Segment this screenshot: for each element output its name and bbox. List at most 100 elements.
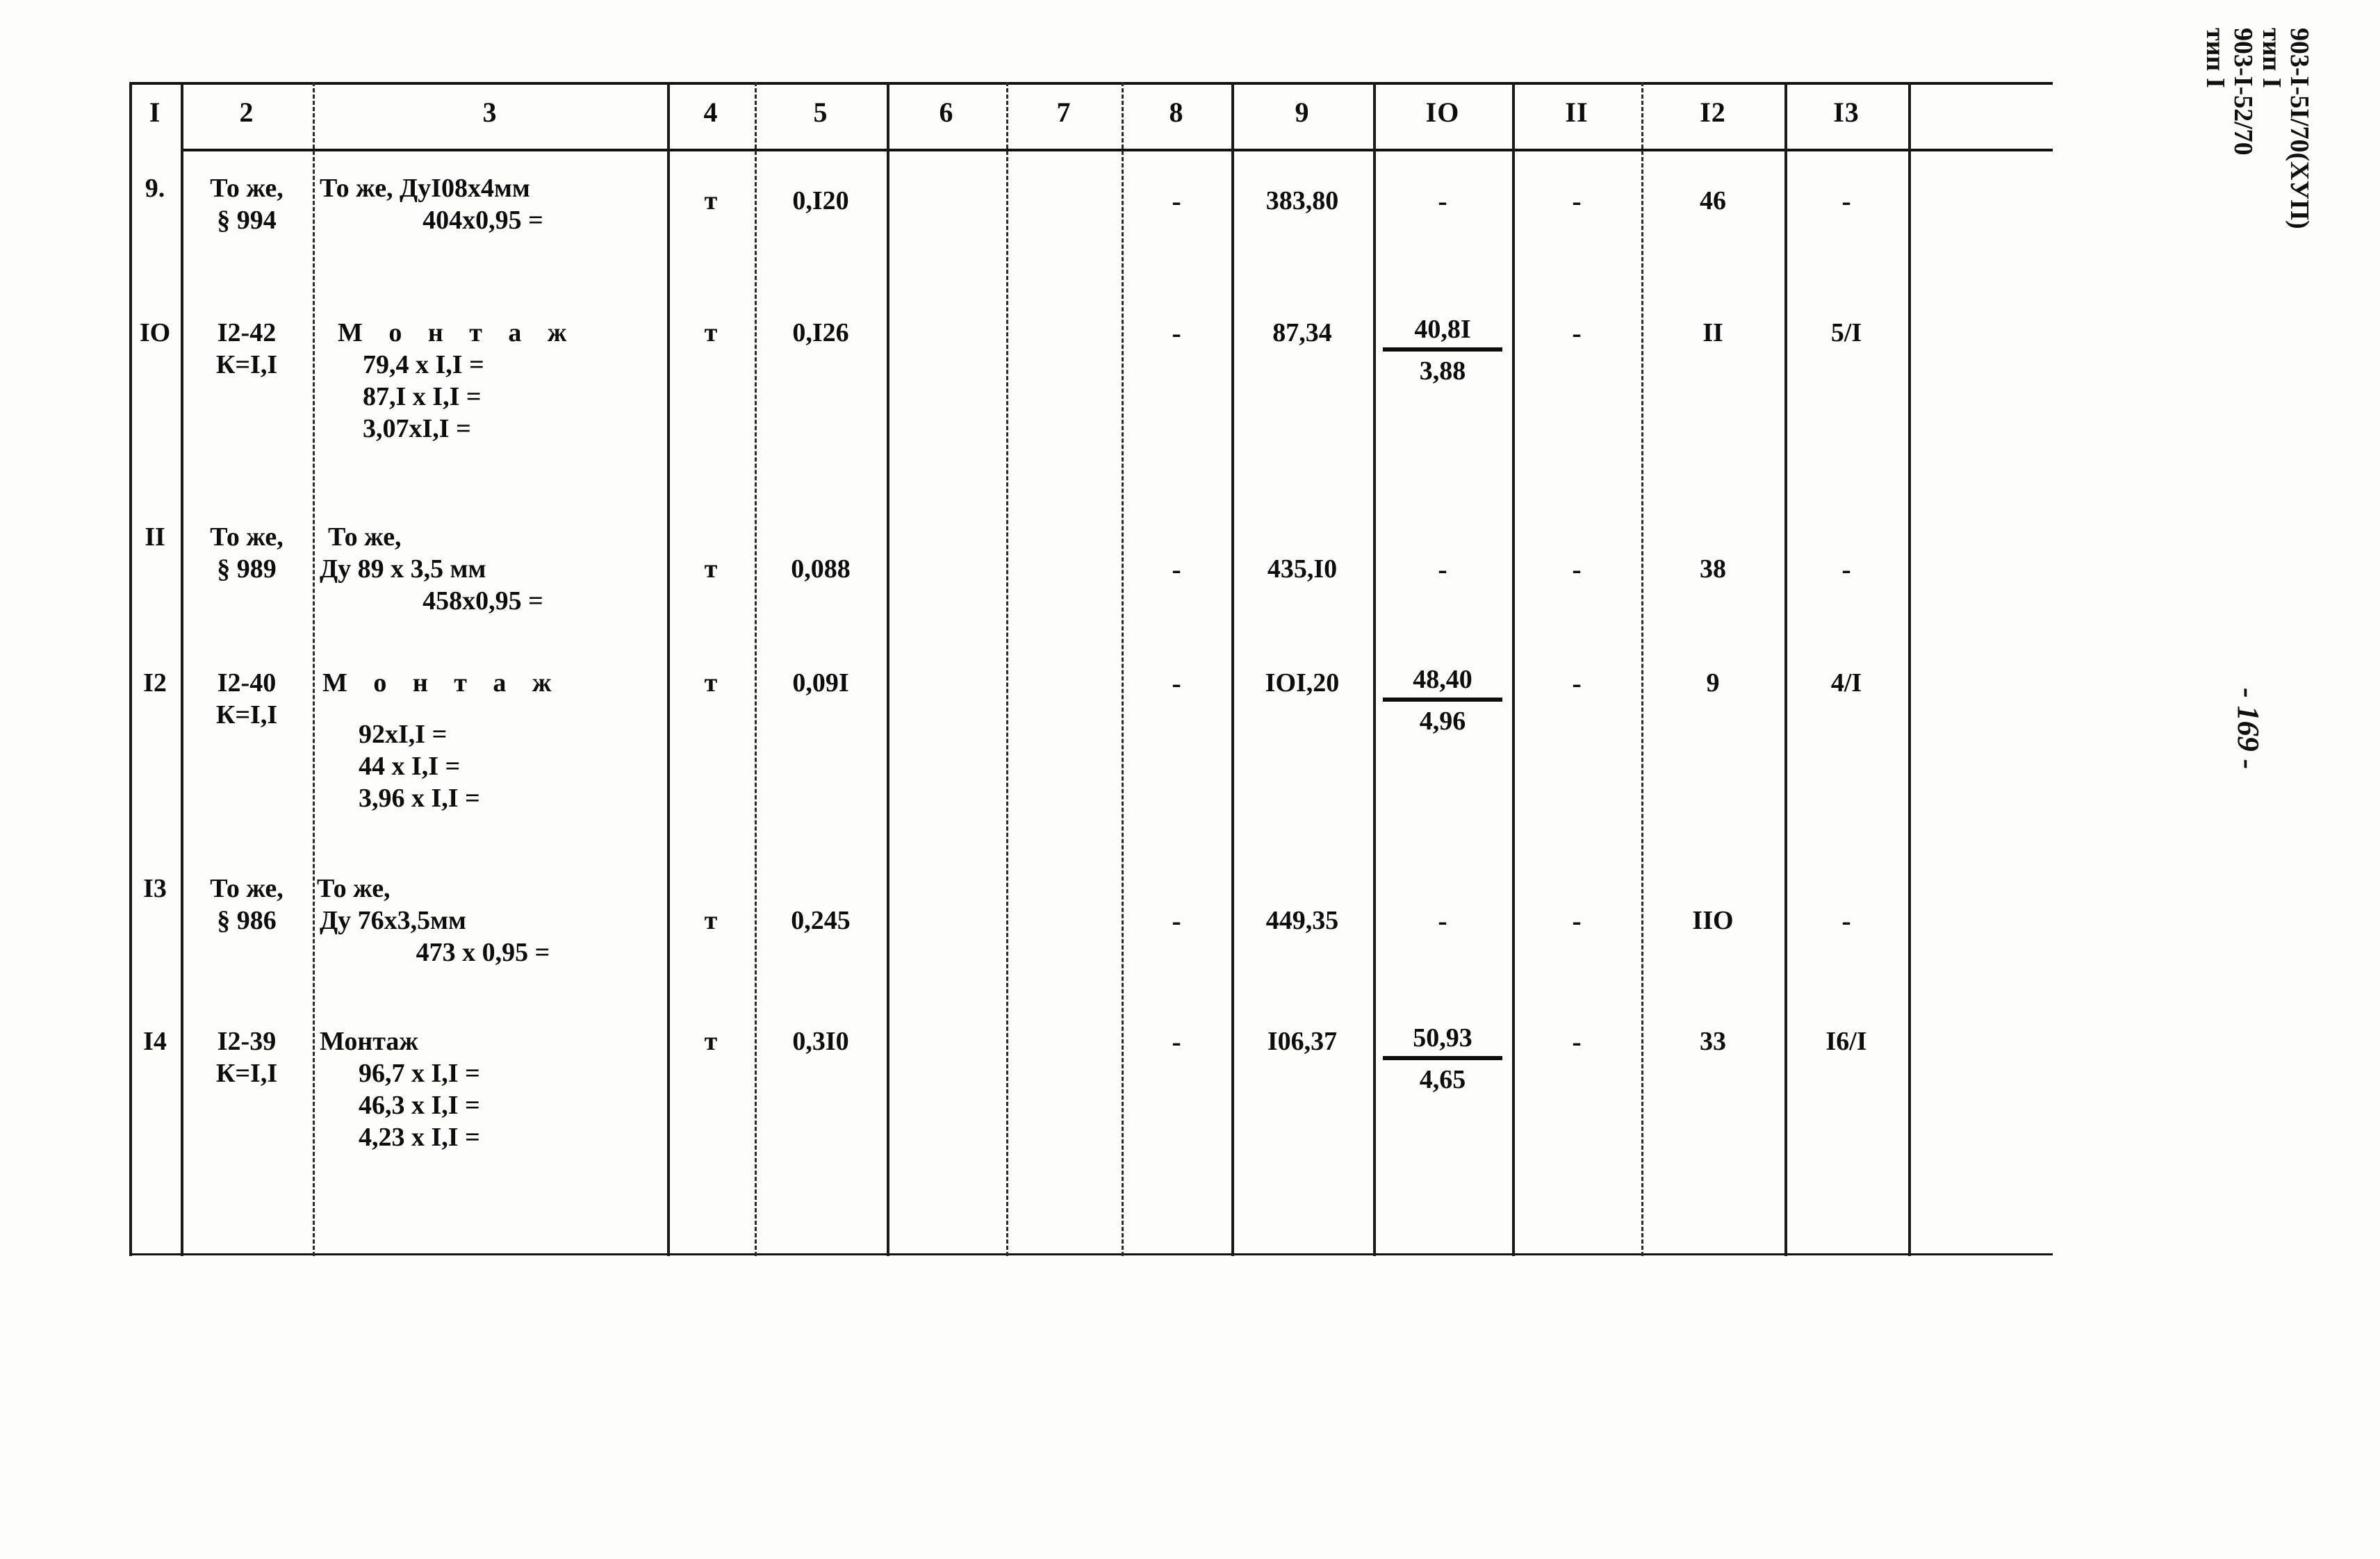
empty-value-dash: - [1438, 554, 1447, 585]
total-cost-value: 33 [1700, 1027, 1726, 1056]
quantity-value: 0,245 [791, 906, 851, 935]
justification-line: То же, [210, 174, 284, 203]
unit-price-value: 449,35 [1265, 906, 1339, 935]
page-number-text: - 169 - [2231, 688, 2265, 770]
justification-line: То же, [210, 874, 284, 903]
column-header-10: IO [1425, 97, 1460, 128]
description-line: Ду 76х3,5мм [320, 906, 466, 935]
wage-fraction-numerator: 48,40 [1413, 665, 1472, 694]
column-header-8: 8 [1169, 97, 1184, 128]
empty-value-dash: - [1572, 668, 1582, 699]
empty-value-dash: - [1172, 317, 1181, 349]
total-cost-value: 38 [1700, 554, 1726, 584]
description-line: 46,3 х I,I = [359, 1091, 480, 1120]
wage-fraction-numerator: 40,8I [1414, 315, 1471, 344]
description-line: То же, [328, 522, 402, 552]
justification-line: § 986 [217, 906, 277, 935]
column-header-11: II [1565, 97, 1589, 128]
unit-price-value: 435,I0 [1267, 554, 1338, 584]
series-code-line: 903-I-5I/70(ХУП) [2285, 28, 2315, 229]
justification-line: К=I,I [215, 700, 278, 729]
page-number: - 169 - [2231, 688, 2266, 769]
empty-value-dash: - [1172, 185, 1181, 217]
unit-of-measure: т [704, 554, 718, 584]
wage-fraction-denominator: 4,65 [1419, 1065, 1466, 1094]
column-header-row: I 2 3 4 5 6 7 8 9 IO II I2 I3 [129, 82, 2053, 149]
quantity-value: 0,088 [791, 554, 851, 584]
justification-line: К=I,I [215, 1059, 278, 1088]
description-line: 4,23 х I,I = [359, 1123, 480, 1152]
justification-line: § 994 [217, 206, 277, 235]
description-line: 3,96 х I,I = [359, 784, 480, 813]
unit-of-measure: т [704, 906, 718, 935]
description-line: 92хI,I = [359, 720, 448, 749]
wage-fraction: 48,40 4,96 [1380, 664, 1505, 736]
empty-value-dash: - [1841, 185, 1851, 217]
estimate-table: I 2 3 4 5 6 7 8 9 IO II I2 I3 9. То же, … [129, 82, 2053, 1256]
wage-fraction-denominator: 4,96 [1419, 707, 1466, 736]
quantity-value: 0,3I0 [792, 1027, 849, 1056]
column-header-6: 6 [939, 97, 954, 128]
rule-c2-c3 [313, 82, 315, 1256]
rule-c5-c6 [887, 82, 889, 1256]
empty-value-dash: - [1572, 905, 1582, 937]
empty-value-dash: - [1172, 905, 1181, 937]
description-line: М о н т а ж [322, 668, 561, 698]
description-line: 3,07хI,I = [363, 414, 471, 443]
column-header-12: I2 [1700, 97, 1726, 128]
description-line: То же, ДуI08х4мм [320, 174, 530, 203]
total-cost-value: 46 [1700, 186, 1726, 215]
empty-value-dash: - [1438, 905, 1447, 937]
unit-of-measure: т [704, 186, 718, 215]
wage-fraction-numerator: 50,93 [1413, 1023, 1472, 1053]
empty-value-dash: - [1841, 905, 1851, 937]
unit-of-measure: т [704, 668, 718, 698]
empty-value-dash: - [1172, 668, 1181, 699]
description-line: 79,4 х I,I = [363, 350, 484, 379]
unit-price-value: 383,80 [1265, 186, 1339, 215]
description-line: Ду 89 х 3,5 мм [320, 554, 486, 584]
description-line: 96,7 х I,I = [359, 1059, 480, 1088]
margin-series-codes: 903-I-5I/70(ХУП) тип I 903-I-52/70 тип I [2201, 28, 2315, 229]
total-cost-value: II [1702, 318, 1723, 347]
wage-fraction-bar [1382, 1056, 1503, 1060]
empty-value-dash: - [1172, 554, 1181, 585]
wage-fraction: 50,93 4,65 [1380, 1023, 1505, 1095]
series-type-line: тип I [2256, 28, 2286, 88]
column-header-3: 3 [482, 97, 498, 128]
unit-of-measure: т [704, 318, 718, 347]
row-number: IO [139, 318, 171, 347]
description-line: То же, [317, 874, 391, 903]
empty-value-dash: - [1572, 1026, 1582, 1057]
series-type-line: тип I [2201, 28, 2231, 88]
justification-line: То же, [210, 522, 284, 552]
row-number: 9. [145, 174, 165, 203]
table-bottom-border [129, 1253, 2053, 1255]
quantity-value: 0,I26 [792, 318, 849, 347]
column-header-1: I [149, 97, 161, 128]
wage-fraction: 40,8I 3,88 [1380, 314, 1505, 386]
labour-value: I6/I [1825, 1027, 1867, 1056]
empty-value-dash: - [1172, 1026, 1181, 1057]
justification-line: К=I,I [215, 350, 278, 379]
column-header-4: 4 [703, 97, 719, 128]
column-header-9: 9 [1295, 97, 1310, 128]
unit-price-value: 87,34 [1272, 318, 1332, 347]
unit-of-measure: т [704, 1027, 718, 1056]
empty-value-dash: - [1572, 554, 1582, 585]
justification-line: § 989 [217, 554, 277, 584]
empty-value-dash: - [1572, 317, 1582, 349]
description-line: 458х0,95 = [422, 586, 543, 616]
empty-value-dash: - [1841, 554, 1851, 585]
description-line: 404х0,95 = [422, 206, 543, 235]
description-line: М о н т а ж [338, 318, 577, 347]
total-cost-value: 9 [1706, 668, 1720, 698]
description-line: 44 х I,I = [359, 752, 461, 781]
column-header-7: 7 [1056, 97, 1072, 128]
wage-fraction-denominator: 3,88 [1419, 356, 1466, 386]
rule-c6-c7 [1006, 82, 1008, 1256]
series-code-line: 903-I-52/70 [2229, 28, 2258, 156]
rule-c9-c10 [1373, 82, 1376, 1256]
row-number: I3 [143, 874, 167, 903]
justification-line: I2-42 [217, 318, 277, 347]
